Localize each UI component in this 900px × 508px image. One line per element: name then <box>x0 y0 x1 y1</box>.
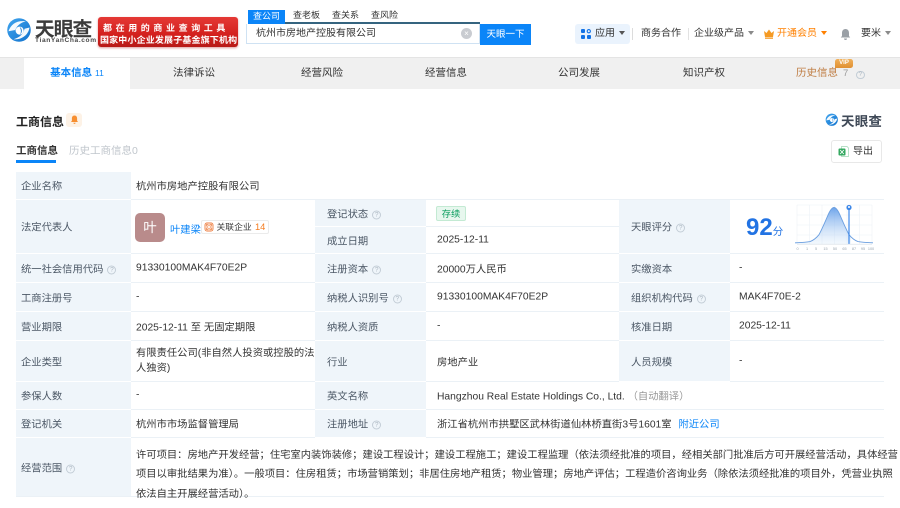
svg-text:15: 15 <box>823 247 827 251</box>
svg-text:1: 1 <box>806 247 808 251</box>
svg-text:0: 0 <box>796 247 798 251</box>
svg-text:5: 5 <box>815 247 817 251</box>
svg-text:65: 65 <box>842 247 846 251</box>
svg-text:87: 87 <box>852 247 856 251</box>
svg-text:100: 100 <box>868 247 874 251</box>
svg-text:95: 95 <box>861 247 865 251</box>
svg-text:50: 50 <box>833 247 837 251</box>
